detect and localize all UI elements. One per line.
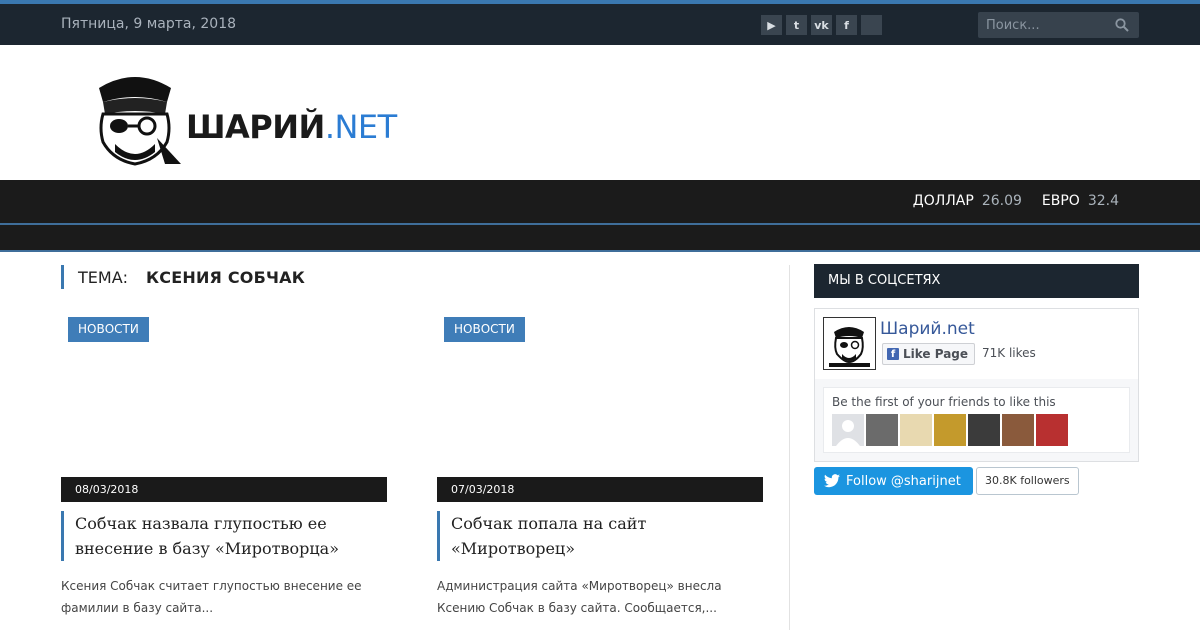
facebook-friends: Be the first of your friends to like thi… (823, 387, 1130, 453)
sidebar-heading: МЫ В СОЦСЕТЯХ (814, 264, 1139, 298)
rate-eur: ЕВРО 32.4 (1041, 193, 1119, 209)
post-title[interactable]: Собчак попала на сайт «Миротворец» (437, 511, 757, 561)
topic-label: ТЕМА: (78, 267, 129, 287)
friend-avatar[interactable] (934, 414, 966, 446)
facebook-widget: Шарий.net f Like Page 71K likes Be the f… (814, 308, 1139, 462)
vk-icon[interactable]: vk (811, 15, 832, 35)
topic-name: КСЕНИЯ СОБЧАК (146, 267, 305, 287)
search-input[interactable] (978, 12, 1108, 38)
search-icon[interactable] (1115, 18, 1129, 32)
post-date: 07/03/2018 (437, 477, 763, 502)
category-badge[interactable]: НОВОСТИ (68, 317, 149, 342)
friends-text: Be the first of your friends to like thi… (832, 395, 1056, 409)
twitter-icon[interactable]: t (786, 15, 807, 35)
like-button-label: Like Page (903, 347, 969, 361)
twitter-followers-count[interactable]: 30.8K followers (976, 467, 1079, 495)
column-divider (789, 265, 790, 630)
category-badge[interactable]: НОВОСТИ (444, 317, 525, 342)
currency-rates: ДОЛЛАР 26.09 ЕВРО 32.4 (913, 193, 1119, 209)
friend-avatar[interactable] (832, 414, 864, 446)
twitter-bird-icon (824, 474, 840, 488)
twitter-follow-button[interactable]: Follow @sharijnet (814, 467, 973, 495)
post-excerpt: Администрация сайта «Миротворец» внесла … (437, 579, 722, 615)
facebook-icon[interactable]: f (836, 15, 857, 35)
facebook-page-name[interactable]: Шарий.net (880, 319, 975, 339)
site-logo[interactable]: ШАРИЙ.NET (85, 68, 397, 166)
current-date: Пятница, 9 марта, 2018 (61, 16, 237, 32)
post-excerpt: Ксения Собчак считает глупостью внесение… (61, 579, 362, 615)
post-title[interactable]: Собчак назвала глупостью ее внесение в б… (61, 511, 381, 561)
topic-heading: ТЕМА: КСЕНИЯ СОБЧАК (61, 265, 305, 289)
logo-text: ШАРИЙ.NET (186, 108, 397, 146)
facebook-likes-count: 71K likes (982, 346, 1036, 360)
rate-usd: ДОЛЛАР 26.09 (912, 193, 1022, 209)
nav-divider-bottom (0, 250, 1200, 252)
facebook-page-avatar[interactable] (823, 317, 876, 370)
top-bar: Пятница, 9 марта, 2018 ▶ t vk f (0, 4, 1200, 45)
twitter-follow-label: Follow @sharijnet (846, 473, 961, 489)
secondary-nav (0, 225, 1200, 250)
facebook-page-header: Шарий.net f Like Page 71K likes (815, 309, 1138, 379)
friend-avatar[interactable] (968, 414, 1000, 446)
facebook-like-button[interactable]: f Like Page (882, 343, 976, 365)
youtube-icon[interactable]: ▶ (761, 15, 782, 35)
friend-avatar[interactable] (900, 414, 932, 446)
search-box (978, 12, 1139, 38)
main-nav: ДОЛЛАР 26.09 ЕВРО 32.4 (0, 180, 1200, 223)
friend-avatar[interactable] (1036, 414, 1068, 446)
friend-avatar[interactable] (1002, 414, 1034, 446)
rss-icon[interactable] (861, 15, 882, 35)
post-date: 08/03/2018 (61, 477, 387, 502)
friend-avatar[interactable] (866, 414, 898, 446)
logo-face-icon (85, 68, 185, 166)
friend-avatars (832, 414, 1068, 446)
social-links: ▶ t vk f (761, 15, 882, 35)
facebook-icon: f (887, 348, 899, 360)
